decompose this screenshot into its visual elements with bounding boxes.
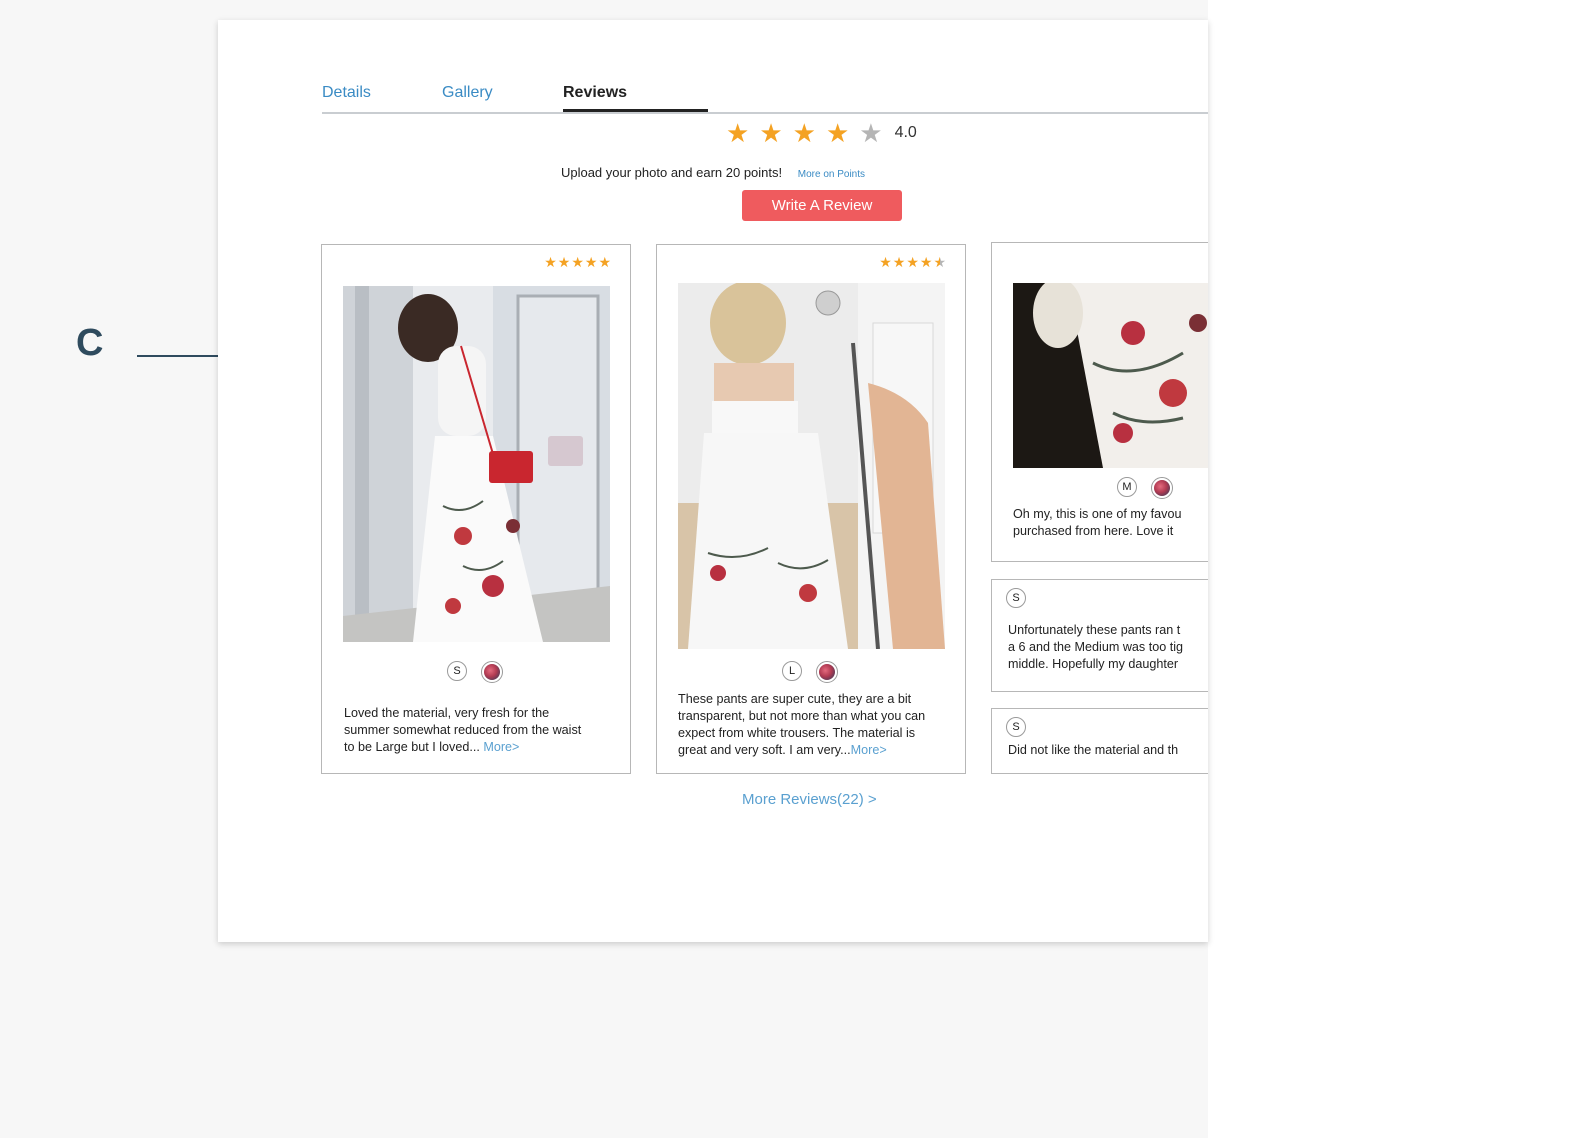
review-line: Did not like the material and th	[1008, 743, 1179, 757]
star-icon: ★	[892, 254, 906, 270]
review-text: These pants are super cute, they are a b…	[678, 691, 925, 759]
star-icon: ★	[557, 254, 571, 270]
annotation-label: C	[76, 322, 104, 364]
review-photo[interactable]	[678, 283, 945, 649]
star-icon: ★	[726, 118, 750, 148]
star-icon: ★	[879, 254, 892, 270]
review-text: Oh my, this is one of my favou purchased…	[1013, 506, 1181, 540]
color-swatch	[1151, 477, 1173, 499]
size-chip: S	[447, 661, 467, 681]
rating-value: 4.0	[894, 124, 917, 141]
review-text: Loved the material, very fresh for the s…	[344, 705, 581, 756]
review-line: Unfortunately these pants ran t	[1008, 623, 1181, 637]
review-rating: ★ ★ ★ ★ ★	[879, 255, 946, 269]
review-card: S Did not like the material and th	[991, 708, 1208, 774]
review-card: S Unfortunately these pants ran t a 6 an…	[991, 579, 1208, 692]
tab-gallery[interactable]: Gallery	[442, 84, 493, 102]
review-card: ★ ★ ★ ★ ★ L These pants are super cute, …	[656, 244, 966, 774]
color-swatch	[481, 661, 503, 683]
star-icon: ★	[906, 254, 919, 270]
review-photo-image	[678, 283, 945, 649]
tab-bar: Details Gallery Reviews	[322, 60, 1208, 114]
review-tags: S	[447, 661, 503, 683]
tab-reviews[interactable]: Reviews	[563, 84, 627, 102]
review-line: summer somewhat reduced from the waist	[344, 723, 582, 737]
review-photo-image	[343, 286, 610, 642]
size-chip: S	[1006, 588, 1026, 608]
star-half-icon: ★	[933, 254, 946, 270]
review-line: a 6 and the Medium was too tig	[1008, 640, 1184, 654]
review-card: M Oh my, this is one of my favou purchas…	[991, 242, 1208, 562]
product-reviews-panel: Details Gallery Reviews ★ ★ ★ ★ ★ 4.0 Up…	[218, 20, 1208, 942]
review-photo[interactable]	[1013, 283, 1208, 468]
review-line: to be Large but I loved...	[344, 740, 480, 754]
more-link[interactable]: More>	[483, 740, 519, 754]
review-text: Did not like the material and th	[1008, 742, 1178, 759]
review-photo[interactable]	[343, 286, 610, 642]
review-line: purchased from here. Love it	[1013, 524, 1174, 538]
review-tags: M	[1117, 477, 1173, 499]
review-tags: L	[782, 661, 838, 683]
more-link[interactable]: More>	[851, 743, 887, 757]
review-text: Unfortunately these pants ran t a 6 and …	[1008, 622, 1183, 673]
promo-text: Upload your photo and earn 20 points!	[560, 165, 783, 180]
photo-points-promo: Upload your photo and earn 20 points! Mo…	[218, 165, 1208, 180]
review-line: Loved the material, very fresh for the	[344, 706, 550, 720]
review-card: ★ ★ ★ ★ ★ S Loved the material, very fre…	[321, 244, 631, 774]
color-swatch	[816, 661, 838, 683]
review-photo-image	[1013, 283, 1208, 468]
review-rating: ★ ★ ★ ★ ★	[544, 255, 611, 269]
star-icon: ★	[544, 254, 557, 270]
star-empty-icon: ★	[859, 118, 883, 148]
review-line: transparent, but not more than what you …	[678, 709, 926, 723]
review-line: Oh my, this is one of my favou	[1013, 507, 1182, 521]
more-reviews-link[interactable]: More Reviews(22) >	[742, 791, 877, 808]
review-line: great and very soft. I am very...	[678, 743, 851, 757]
tab-details[interactable]: Details	[322, 84, 371, 102]
star-icon: ★	[792, 118, 816, 148]
size-chip: S	[1006, 717, 1026, 737]
star-icon: ★	[584, 254, 598, 270]
write-review-button[interactable]: Write A Review	[742, 190, 902, 221]
more-on-points-link[interactable]: More on Points	[798, 169, 865, 180]
size-chip: L	[782, 661, 802, 681]
active-tab-indicator	[563, 109, 708, 112]
review-line: middle. Hopefully my daughter	[1008, 657, 1179, 671]
star-icon: ★	[759, 118, 783, 148]
star-icon: ★	[571, 254, 584, 270]
size-chip: M	[1117, 477, 1137, 497]
blank-area	[1208, 0, 1596, 1138]
star-icon: ★	[598, 254, 611, 270]
star-icon: ★	[919, 254, 933, 270]
review-line: These pants are super cute, they are a b…	[678, 692, 912, 706]
star-icon: ★	[825, 118, 850, 148]
review-line: expect from white trousers. The material…	[678, 726, 916, 740]
overall-rating: ★ ★ ★ ★ ★ 4.0	[726, 117, 917, 149]
